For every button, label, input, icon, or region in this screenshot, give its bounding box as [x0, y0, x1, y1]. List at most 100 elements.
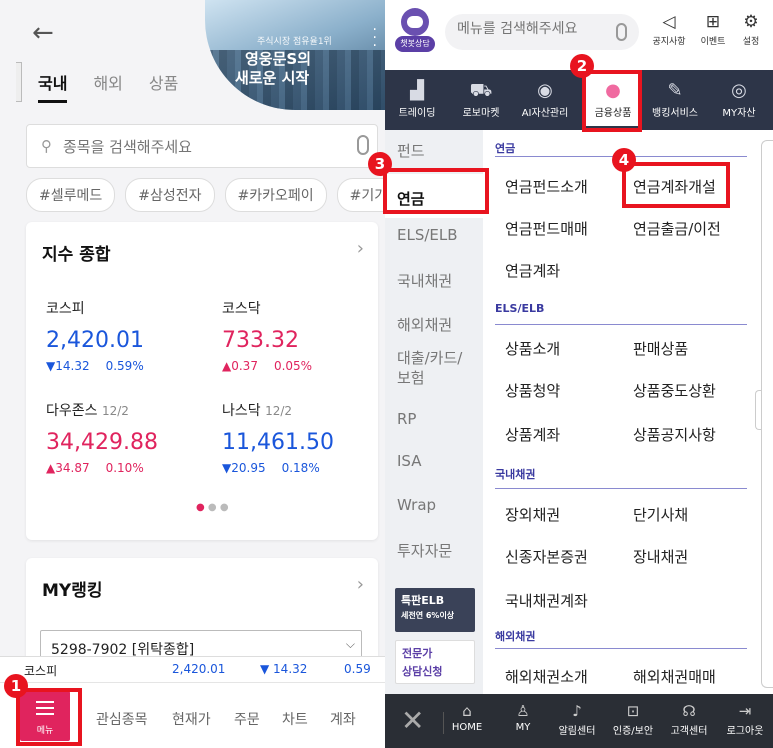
settings-button[interactable]: ⚙ 설정	[731, 12, 771, 47]
logout-icon: ⇥	[738, 702, 752, 720]
nav-chart[interactable]: 차트	[282, 709, 308, 729]
stock-search-bar[interactable]: ⚲	[26, 124, 378, 168]
index-kospi[interactable]: 코스피 2,420.01 ▼14.32 0.59%	[46, 298, 206, 373]
category-label: 로보마켓	[462, 108, 500, 119]
category-ai[interactable]: ◉ AI자산관리	[517, 80, 573, 119]
tag-chip[interactable]: #카카오페이	[224, 178, 327, 212]
gift-icon: ⊞	[705, 12, 721, 32]
link-pension-withdraw[interactable]: 연금출금/이전	[633, 218, 721, 239]
link-product-intro[interactable]: 상품소개	[505, 338, 560, 359]
advisor-promo[interactable]: 전문가 상담신청	[395, 640, 475, 684]
more-vertical-icon[interactable]: · · ·	[373, 23, 377, 53]
lock-icon: ⊡	[626, 702, 640, 720]
menu-search-bar[interactable]	[445, 14, 639, 50]
link-product-notice[interactable]: 상품공지사항	[633, 424, 716, 445]
link-pension-fund-intro[interactable]: 연금펀드소개	[505, 176, 588, 197]
promo-banner[interactable]: 주식시장 점유율1위 영웅문S의 새로운 시작 · · ·	[205, 0, 385, 110]
sidebar-item-isa[interactable]: ISA	[397, 452, 422, 470]
link-sale-products[interactable]: 판매상품	[633, 338, 688, 359]
sidebar-item-loan[interactable]: 대출/카드/보험	[397, 348, 467, 388]
index-dow[interactable]: 다우존스 12/2 34,429.88 ▲34.87 0.10%	[46, 400, 206, 475]
banner-line3: 새로운 시작	[235, 69, 310, 87]
link-otc-bond[interactable]: 장외채권	[505, 504, 560, 525]
nav-order[interactable]: 주문	[234, 709, 260, 729]
chevron-right-icon[interactable]: ›	[357, 574, 364, 595]
microphone-icon[interactable]	[616, 23, 627, 41]
sidebar-item-domestic-bond[interactable]: 국내채권	[397, 270, 452, 291]
bottom-support[interactable]: ☊ 고객센터	[665, 702, 713, 737]
menu-bottom-bar: ✕ ⌂ HOME ♙ MY ♪ 알림센터 ⊡ 인증/보안 ☊ 고객센터 ⇥ 로그아웃	[385, 694, 773, 748]
section-title-pension: 연금	[495, 142, 516, 155]
bottom-home[interactable]: ⌂ HOME	[443, 702, 491, 733]
nav-account[interactable]: 계좌	[330, 709, 356, 729]
index-change: ▼20.95	[222, 461, 266, 475]
link-domestic-bond-account[interactable]: 국내채권계좌	[505, 590, 588, 611]
chatbot-button[interactable]: 챗봇상담	[395, 8, 435, 54]
sidebar-item-advisory[interactable]: 투자자문	[397, 540, 452, 561]
sidebar-item-wrap[interactable]: Wrap	[397, 496, 436, 514]
link-foreign-bond-intro[interactable]: 해외채권소개	[505, 666, 588, 687]
microphone-icon[interactable]	[357, 135, 369, 155]
tag-chip[interactable]: #셀루메드	[26, 178, 116, 212]
back-arrow-icon[interactable]: ←	[32, 18, 54, 48]
promo-sub: 세전연 6%이상	[401, 611, 455, 620]
sidebar-item-fund[interactable]: 펀드	[397, 140, 425, 161]
highlight-pension	[383, 168, 489, 214]
megaphone-icon: ◁	[662, 12, 676, 32]
bottom-logout[interactable]: ⇥ 로그아웃	[721, 702, 769, 737]
link-pension-fund-trade[interactable]: 연금펀드매매	[505, 218, 588, 239]
user-icon: ♙	[516, 702, 530, 720]
menu-search-input[interactable]	[457, 21, 607, 37]
index-kosdaq[interactable]: 코스닥 733.32 ▲0.37 0.05%	[222, 298, 382, 373]
bottom-notifications[interactable]: ♪ 알림센터	[553, 702, 601, 737]
stock-search-input[interactable]	[63, 135, 343, 159]
index-nasdaq[interactable]: 나스닥 12/2 11,461.50 ▼20.95 0.18%	[222, 400, 382, 475]
drawer-handle[interactable]	[16, 62, 22, 102]
tag-chip[interactable]: #삼성전자	[125, 178, 215, 212]
nav-watchlist[interactable]: 관심종목	[96, 709, 148, 729]
elb-promo[interactable]: 특판ELB 세전연 6%이상	[395, 588, 475, 632]
link-early-redemption[interactable]: 상품중도상환	[633, 380, 716, 401]
category-label: 뱅킹서비스	[652, 108, 698, 119]
document-pen-icon: ✎	[667, 80, 683, 101]
bottom-label: HOME	[451, 722, 483, 733]
promo-title: 특판ELB	[401, 594, 445, 607]
carousel-pager[interactable]: ● ● ●	[196, 502, 229, 513]
link-foreign-bond-trade[interactable]: 해외채권매매	[633, 666, 716, 687]
tab-domestic[interactable]: 국내	[38, 70, 68, 103]
sidebar-item-rp[interactable]: RP	[397, 410, 416, 428]
category-label: 트레이딩	[398, 108, 436, 119]
index-name: 다우존스	[46, 403, 98, 419]
index-ticker[interactable]: 코스피 2,420.01 ▼ 14.32 0.59	[0, 656, 385, 682]
sidebar-item-els[interactable]: ELS/ELB	[397, 226, 458, 244]
category-my-assets[interactable]: ◎ MY자산	[711, 80, 767, 119]
link-product-account[interactable]: 상품계좌	[505, 424, 560, 445]
bottom-my[interactable]: ♙ MY	[499, 702, 547, 733]
event-button[interactable]: ⊞ 이벤트	[693, 12, 733, 47]
sidebar-item-foreign-bond[interactable]: 해외채권	[397, 314, 452, 335]
nav-quote[interactable]: 현재가	[172, 709, 211, 729]
close-icon[interactable]: ✕	[401, 704, 424, 737]
chevron-right-icon[interactable]: ›	[357, 238, 364, 259]
section-title-domestic-bond: 국내채권	[495, 468, 536, 481]
step-badge-1: 1	[4, 674, 28, 698]
link-product-subscribe[interactable]: 상품청약	[505, 380, 560, 401]
link-pension-account[interactable]: 연금계좌	[505, 260, 560, 281]
link-short-term-bond[interactable]: 단기사채	[633, 504, 688, 525]
tab-overseas[interactable]: 해외	[93, 70, 122, 103]
index-value: 2,420.01	[46, 328, 144, 353]
tag-chip[interactable]: #기가레인	[336, 178, 385, 212]
category-robo[interactable]: ⛟ 로보마켓	[453, 80, 509, 119]
category-banking[interactable]: ✎ 뱅킹서비스	[647, 80, 703, 119]
notice-button[interactable]: ◁ 공지사항	[649, 12, 689, 47]
link-hybrid-capital[interactable]: 신종자본증권	[505, 546, 588, 567]
link-exchange-bond[interactable]: 장내채권	[633, 546, 688, 567]
tab-products[interactable]: 상품	[149, 70, 178, 103]
ticker-percent: 0.59	[344, 662, 371, 676]
step-badge-2: 2	[570, 54, 594, 78]
bottom-security[interactable]: ⊡ 인증/보안	[609, 702, 657, 737]
event-label: 이벤트	[700, 37, 726, 47]
category-trading[interactable]: ▟ 트레이딩	[389, 80, 445, 119]
index-percent: 0.59%	[105, 359, 144, 373]
index-name: 코스닥	[222, 301, 261, 317]
